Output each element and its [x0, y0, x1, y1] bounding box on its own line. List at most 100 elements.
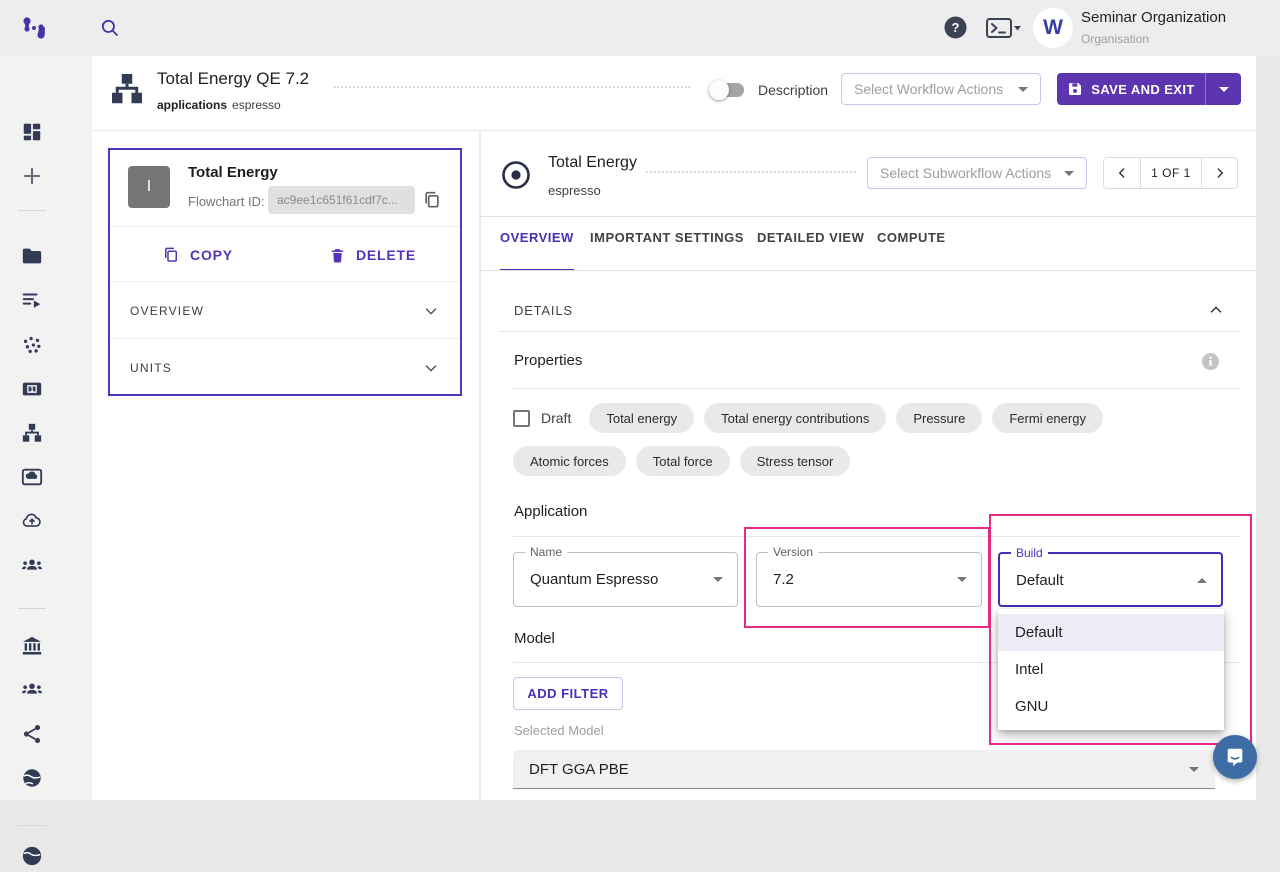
application-name-select[interactable]: Name Quantum Espresso: [513, 552, 738, 607]
workflow-actions-select[interactable]: Select Workflow Actions: [841, 73, 1041, 105]
add-filter-button[interactable]: ADD FILTER: [513, 677, 623, 710]
breadcrumb-app-label: applications: [157, 98, 227, 112]
images-icon[interactable]: [21, 466, 43, 488]
tab-overview[interactable]: OVERVIEW: [500, 230, 574, 271]
pager-next-button[interactable]: [1201, 158, 1237, 188]
chevron-down-icon: [1064, 171, 1074, 176]
copy-id-icon[interactable]: [422, 190, 442, 210]
left-nav-rail: 1: [0, 56, 92, 800]
flowchart-id-value[interactable]: ac9ee1c651f61cdf7c...: [268, 186, 415, 214]
property-chip[interactable]: Fermi energy: [992, 403, 1103, 433]
property-chip[interactable]: Atomic forces: [513, 446, 626, 476]
build-option-intel[interactable]: Intel: [998, 651, 1224, 688]
subworkflow-panel: Total Energy espresso Select Subworkflow…: [481, 131, 1256, 800]
application-section-title: Application: [514, 503, 587, 520]
copy-icon: [162, 246, 180, 264]
help-icon[interactable]: ?: [944, 16, 967, 39]
workflow-title: Total Energy QE 7.2: [157, 69, 309, 89]
pager-prev-button[interactable]: [1104, 158, 1140, 188]
tab-important-settings[interactable]: IMPORTANT SETTINGS: [590, 230, 744, 269]
save-options-dropdown[interactable]: [1205, 73, 1241, 105]
folder-icon[interactable]: [21, 245, 43, 267]
breadcrumb-app-value: espresso: [232, 98, 281, 112]
workflow-breadcrumb: applications espresso: [157, 98, 281, 112]
divider: [481, 270, 1256, 271]
info-icon[interactable]: [1202, 353, 1219, 370]
tab-detailed-view[interactable]: DETAILED VIEW: [757, 230, 864, 269]
team-icon[interactable]: [21, 554, 43, 576]
accordion-units[interactable]: UNITS: [110, 339, 460, 396]
copy-label: COPY: [190, 247, 233, 263]
save-icon: [1067, 81, 1083, 97]
org-name[interactable]: Seminar Organization: [1081, 9, 1226, 26]
property-chip[interactable]: Pressure: [896, 403, 982, 433]
draft-checkbox[interactable]: [513, 410, 530, 427]
save-and-exit-label: SAVE AND EXIT: [1091, 82, 1194, 97]
description-label: Description: [758, 82, 828, 98]
property-chip[interactable]: Total force: [636, 446, 730, 476]
application-version-select[interactable]: Version 7.2: [756, 552, 982, 607]
web-icon[interactable]: [21, 767, 43, 789]
add-icon[interactable]: [21, 165, 43, 187]
divider: [498, 331, 1240, 332]
model-section-title: Model: [514, 630, 555, 647]
draft-label: Draft: [541, 410, 571, 426]
delete-unit-button[interactable]: DELETE: [285, 228, 460, 282]
unit-card-total-energy[interactable]: I Total Energy Flowchart ID: ac9ee1c651f…: [108, 148, 462, 396]
bank-card-icon[interactable]: 1: [21, 378, 43, 400]
description-toggle[interactable]: [709, 80, 745, 100]
draft-checkbox-group[interactable]: Draft: [513, 410, 571, 427]
org-type: Organisation: [1081, 32, 1149, 46]
workflow-actions-placeholder: Select Workflow Actions: [854, 81, 1018, 97]
console-dropdown-icon[interactable]: [986, 17, 1022, 39]
property-chips-group: Draft Total energy Total energy contribu…: [513, 403, 1173, 476]
workflows-icon[interactable]: [21, 422, 43, 444]
subworkflow-actions-select[interactable]: Select Subworkflow Actions: [867, 157, 1087, 189]
pager-count: 1 OF 1: [1140, 158, 1201, 188]
search-icon[interactable]: [100, 18, 120, 38]
workflow-icon: [109, 71, 145, 111]
chat-launcher-button[interactable]: [1213, 735, 1257, 779]
chevron-down-icon: [1189, 767, 1199, 772]
property-chip[interactable]: Stress tensor: [740, 446, 851, 476]
subworkflow-title: Total Energy: [548, 154, 637, 172]
build-option-gnu[interactable]: GNU: [998, 688, 1224, 725]
application-build-select[interactable]: Build Default: [998, 552, 1223, 607]
job-scripts-icon[interactable]: [21, 289, 43, 311]
accordion-overview[interactable]: OVERVIEW: [110, 282, 460, 339]
globe-partial-icon[interactable]: [21, 845, 43, 867]
subworkflow-subtitle: espresso: [548, 183, 601, 198]
dotted-separator: [334, 86, 690, 88]
property-chip[interactable]: Total energy contributions: [704, 403, 886, 433]
chevron-down-icon: [1219, 87, 1229, 92]
tab-compute[interactable]: COMPUTE: [877, 230, 946, 269]
accordion-overview-label: OVERVIEW: [130, 304, 204, 318]
cloud-upload-icon[interactable]: [21, 510, 43, 532]
subworkflow-icon: [500, 159, 532, 191]
rail-divider: [18, 210, 46, 211]
rail-divider: [18, 608, 46, 609]
subworkflow-pager: 1 OF 1: [1103, 157, 1238, 189]
share-icon[interactable]: [21, 723, 43, 745]
divider: [481, 216, 1256, 217]
save-and-exit-button[interactable]: SAVE AND EXIT: [1057, 73, 1241, 105]
flowchart-id-label: Flowchart ID:: [188, 194, 265, 209]
avatar[interactable]: W: [1033, 8, 1073, 48]
toggle-knob: [709, 80, 729, 100]
property-chip[interactable]: Total energy: [589, 403, 694, 433]
workflow-header: Total Energy QE 7.2 applications espresso…: [92, 56, 1256, 130]
selected-model-select[interactable]: DFT GGA PBE: [513, 750, 1215, 789]
flowchart-panel: I Total Energy Flowchart ID: ac9ee1c651f…: [92, 131, 479, 800]
materials-icon[interactable]: [21, 334, 43, 356]
institution-icon[interactable]: [21, 635, 43, 657]
build-option-default[interactable]: Default: [998, 614, 1224, 651]
dashboard-icon[interactable]: [21, 121, 43, 143]
collaborators-icon[interactable]: [21, 678, 43, 700]
collapse-details-button[interactable]: [1207, 301, 1225, 319]
chevron-down-icon: [422, 359, 440, 377]
top-bar: ? W Seminar Organization Organisation: [0, 0, 1280, 56]
app-logo-icon[interactable]: [19, 13, 49, 43]
copy-unit-button[interactable]: COPY: [110, 228, 285, 282]
selected-model-label: Selected Model: [514, 723, 604, 738]
chevron-up-icon: [1197, 578, 1207, 583]
